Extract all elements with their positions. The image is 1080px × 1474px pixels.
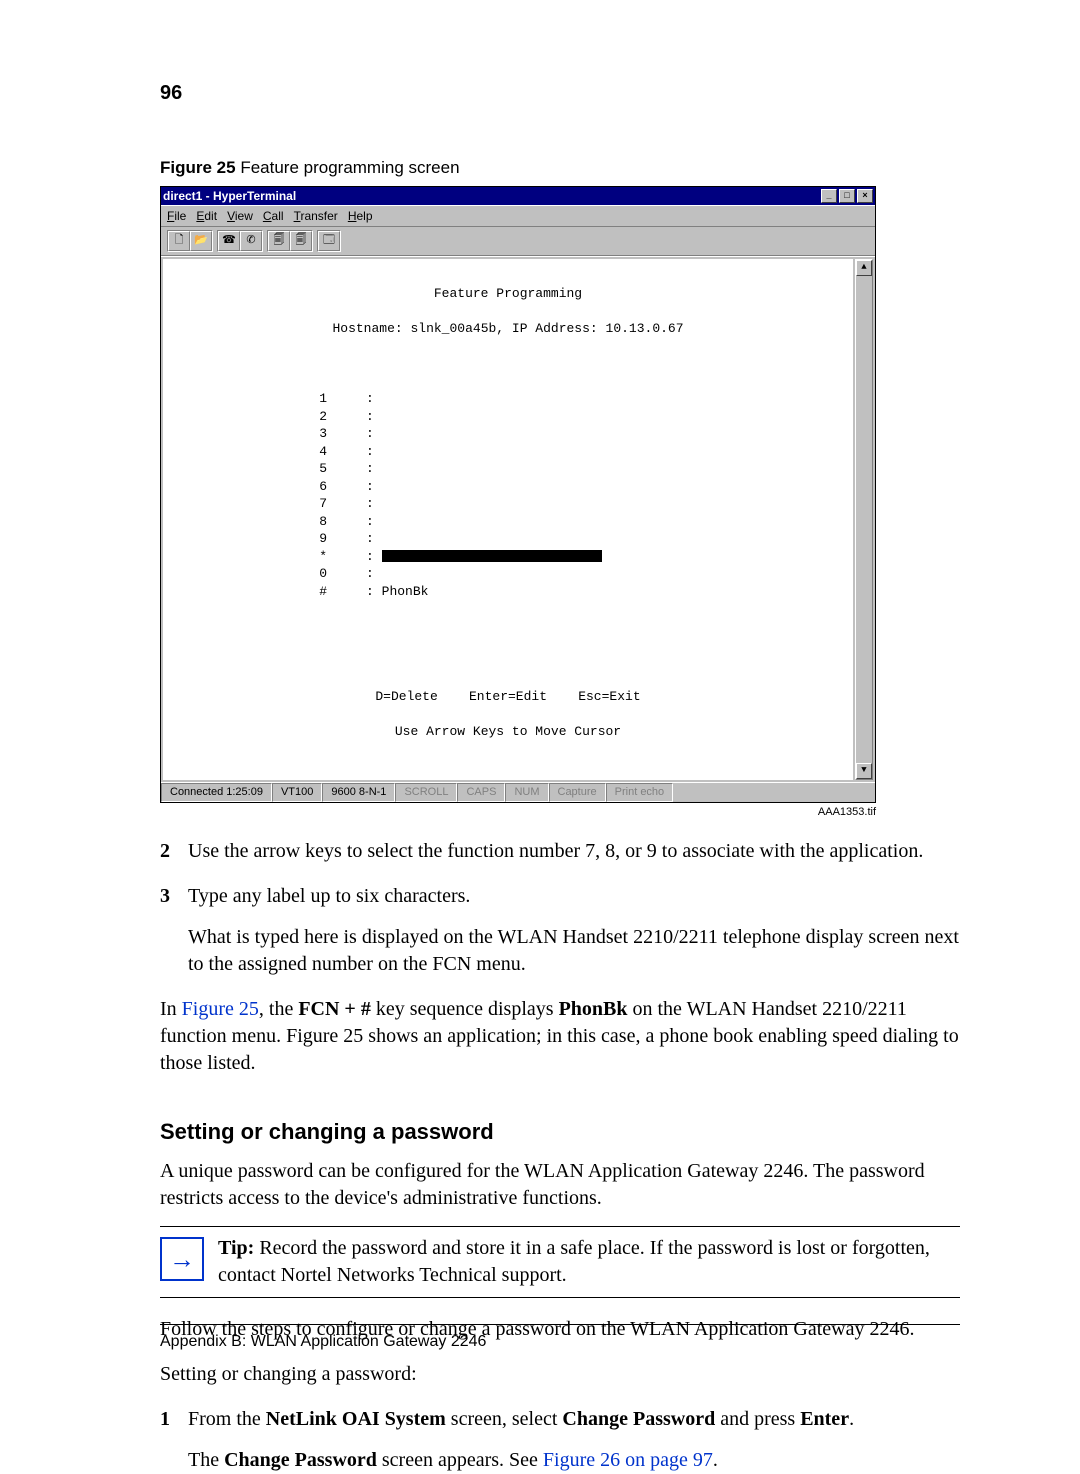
statusbar: Connected 1:25:09 VT100 9600 8-N-1 SCROL… <box>161 782 875 802</box>
toolbar: 🗋 📂 ☎ ✆ 🗐 🗐 🗔 <box>161 227 875 256</box>
tip-box: → Tip: Record the password and store it … <box>160 1226 960 1298</box>
figure-label-bold: Figure 25 <box>160 158 236 177</box>
terminal-footer2: Use Arrow Keys to Move Cursor <box>171 723 845 741</box>
status-term: VT100 <box>272 783 322 802</box>
password-step-1: 1 From the NetLink OAI System screen, se… <box>160 1406 960 1433</box>
page-number: 96 <box>160 80 960 107</box>
window-titlebar: direct1 - HyperTerminal _ □ × <box>161 187 875 205</box>
status-scroll: SCROLL <box>395 783 457 802</box>
status-capture: Capture <box>549 783 606 802</box>
step-2: 2 Use the arrow keys to select the funct… <box>160 838 960 865</box>
tool-new-icon[interactable]: 🗋 <box>168 231 190 251</box>
terminal-row: 5 : <box>171 461 374 476</box>
terminal-title: Feature Programming <box>171 285 845 303</box>
step-text: From the NetLink OAI System screen, sele… <box>188 1406 960 1433</box>
window-title: direct1 - HyperTerminal <box>163 188 296 204</box>
terminal-row: 2 : <box>171 409 374 424</box>
tool-receive-icon[interactable]: 🗐 <box>290 231 312 251</box>
step-text: Type any label up to six characters. <box>188 883 960 910</box>
close-button[interactable]: × <box>857 189 873 203</box>
scrollbar[interactable]: ▲ ▼ <box>855 259 873 780</box>
terminal-row: 9 : <box>171 531 374 546</box>
menu-call[interactable]: Call <box>263 208 284 224</box>
figure-caption: Figure 25 Feature programming screen <box>160 157 960 180</box>
menu-help[interactable]: Help <box>348 208 373 224</box>
menubar: File Edit View Call Transfer Help <box>161 205 875 227</box>
tool-open-icon[interactable]: 📂 <box>190 231 212 251</box>
terminal-row: # : PhonBk <box>171 584 428 599</box>
tool-properties-icon[interactable]: 🗔 <box>318 231 340 251</box>
maximize-button[interactable]: □ <box>839 189 855 203</box>
terminal-row: 0 : <box>171 566 374 581</box>
tip-arrow-icon: → <box>160 1237 204 1281</box>
status-connected: Connected 1:25:09 <box>161 783 272 802</box>
terminal-footer1: D=Delete Enter=Edit Esc=Exit <box>171 688 845 706</box>
tool-call-icon[interactable]: ☎ <box>218 231 240 251</box>
para-figure25-ref: In Figure 25, the FCN + # key sequence d… <box>160 996 960 1077</box>
terminal-hostline: Hostname: slnk_00a45b, IP Address: 10.13… <box>171 320 845 338</box>
scroll-down-icon[interactable]: ▼ <box>856 763 872 779</box>
terminal-row-redacted: * : <box>171 549 382 564</box>
step-text: Use the arrow keys to select the functio… <box>188 838 960 865</box>
step-number: 2 <box>160 838 188 865</box>
terminal-row: 4 : <box>171 444 374 459</box>
status-echo: Print echo <box>606 783 674 802</box>
menu-edit[interactable]: Edit <box>196 208 217 224</box>
scroll-up-icon[interactable]: ▲ <box>856 260 872 276</box>
terminal-body: Feature Programming Hostname: slnk_00a45… <box>163 259 853 780</box>
status-num: NUM <box>505 783 548 802</box>
tip-text: Tip: Record the password and store it in… <box>218 1235 960 1289</box>
password-step-1-follow: The Change Password screen appears. See … <box>188 1447 960 1474</box>
figure-file-id: AAA1353.tif <box>160 805 876 820</box>
hyperterminal-window: direct1 - HyperTerminal _ □ × File Edit … <box>160 186 876 803</box>
minimize-button[interactable]: _ <box>821 189 837 203</box>
redacted-bar <box>382 550 602 562</box>
step-number: 1 <box>160 1406 188 1433</box>
step-number: 3 <box>160 883 188 910</box>
page-footer: Appendix B: WLAN Application Gateway 224… <box>160 1324 960 1353</box>
terminal-row: 1 : <box>171 391 374 406</box>
step-3-follow: What is typed here is displayed on the W… <box>188 924 960 978</box>
terminal-row: 6 : <box>171 479 374 494</box>
terminal-row: 7 : <box>171 496 374 511</box>
heading-setting-password: Setting or changing a password <box>160 1117 960 1147</box>
terminal-row: 8 : <box>171 514 374 529</box>
status-caps: CAPS <box>457 783 505 802</box>
terminal-row: 3 : <box>171 426 374 441</box>
menu-transfer[interactable]: Transfer <box>294 208 338 224</box>
link-figure-26[interactable]: Figure 26 on page 97 <box>543 1449 713 1471</box>
tool-send-icon[interactable]: 🗐 <box>268 231 290 251</box>
figure-label-rest: Feature programming screen <box>236 158 460 177</box>
menu-file[interactable]: File <box>167 208 186 224</box>
tool-hangup-icon[interactable]: ✆ <box>240 231 262 251</box>
section-p1: A unique password can be configured for … <box>160 1158 960 1212</box>
status-baud: 9600 8-N-1 <box>322 783 395 802</box>
section-p3: Setting or changing a password: <box>160 1361 960 1388</box>
link-figure-25[interactable]: Figure 25 <box>182 998 259 1020</box>
menu-view[interactable]: View <box>227 208 253 224</box>
step-3: 3 Type any label up to six characters. <box>160 883 960 910</box>
